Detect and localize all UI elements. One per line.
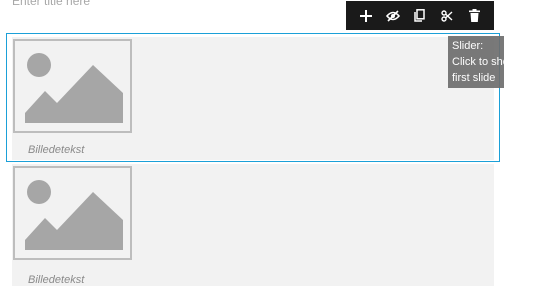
slide-2[interactable]: Billedetekst xyxy=(12,164,494,286)
slide-1[interactable]: Billedetekst xyxy=(12,37,494,160)
scissors-icon xyxy=(441,9,453,22)
tooltip-line-2: Click to show xyxy=(452,56,517,68)
slide-caption[interactable]: Billedetekst xyxy=(28,144,84,156)
hide-slide-button[interactable] xyxy=(382,5,404,27)
slider-tooltip: Slider: Click to show first slide xyxy=(448,36,517,88)
trash-icon xyxy=(468,9,480,22)
delete-slide-button[interactable] xyxy=(463,5,485,27)
slide-caption[interactable]: Billedetekst xyxy=(28,274,84,286)
tooltip-line-3: first slide xyxy=(452,72,496,84)
image-placeholder-icon[interactable] xyxy=(13,166,132,260)
image-placeholder-icon[interactable] xyxy=(13,39,132,133)
cut-slide-button[interactable] xyxy=(436,5,458,27)
copy-icon xyxy=(414,9,426,22)
slide-toolbar xyxy=(346,1,494,30)
tooltip-line-1: Slider: xyxy=(452,40,484,52)
title-input[interactable] xyxy=(4,0,352,10)
add-slide-button[interactable] xyxy=(355,5,377,27)
eye-off-icon xyxy=(385,9,400,22)
duplicate-slide-button[interactable] xyxy=(409,5,431,27)
plus-icon xyxy=(359,9,372,22)
